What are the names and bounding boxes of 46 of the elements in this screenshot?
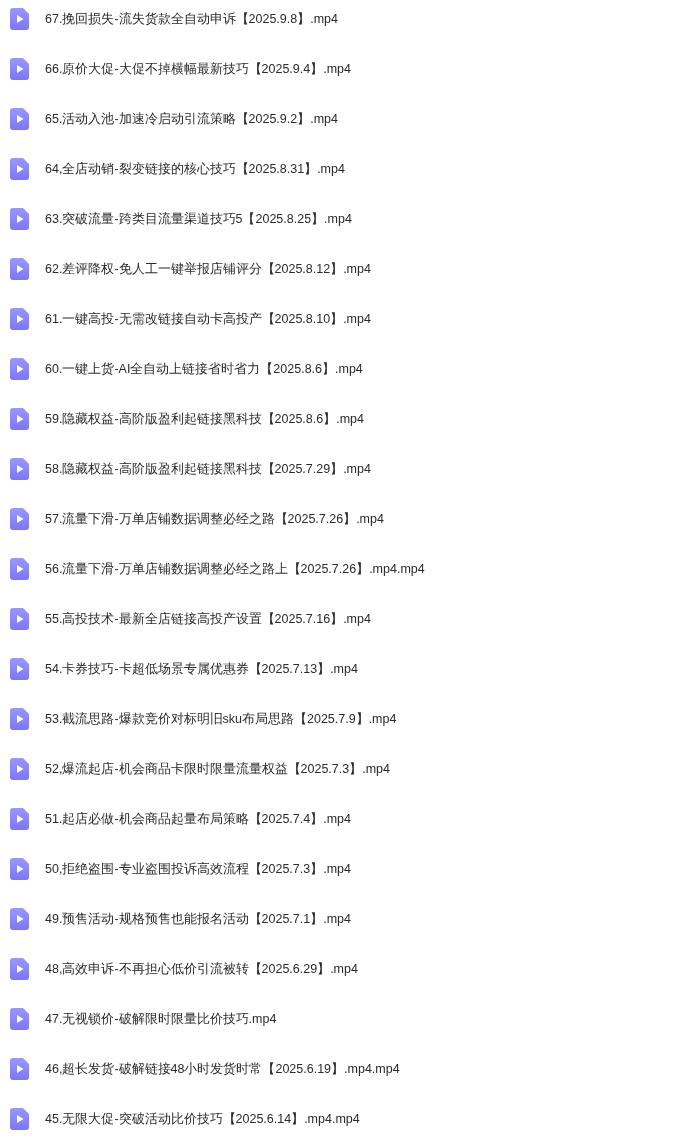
video-file-icon [10, 908, 29, 930]
file-name[interactable]: 61.一键高投-无需改链接自动卡高投产【2025.8.10】.mp4 [45, 309, 371, 329]
video-file-icon [10, 758, 29, 780]
file-name[interactable]: 67.挽回损失-流失货款全自动申诉【2025.9.8】.mp4 [45, 9, 338, 29]
video-file-icon [10, 108, 29, 130]
video-file-icon [10, 58, 29, 80]
video-file-icon [10, 708, 29, 730]
file-name[interactable]: 47.无视锁价-破解限时限量比价技巧.mp4 [45, 1009, 277, 1029]
file-name[interactable]: 53.截流思路-爆款竞价对标明旧sku布局思路【2025.7.9】.mp4 [45, 709, 397, 729]
file-name[interactable]: 62.差评降权-免人工一键举报店铺评分【2025.8.12】.mp4 [45, 259, 371, 279]
video-file-icon [10, 1108, 29, 1130]
file-name[interactable]: 55.高投技术-最新全店链接高投产设置【2025.7.16】.mp4 [45, 609, 371, 629]
file-name[interactable]: 58.隐藏权益-高阶版盈利起链接黑科技【2025.7.29】.mp4 [45, 459, 371, 479]
file-name[interactable]: 57.流量下滑-万单店铺数据调整必经之路【2025.7.26】.mp4 [45, 509, 384, 529]
video-file-icon [10, 1008, 29, 1030]
file-name[interactable]: 63.突破流量-跨类目流量渠道技巧5【2025.8.25】.mp4 [45, 209, 352, 229]
video-file-icon [10, 508, 29, 530]
file-name[interactable]: 52,爆流起店-机会商品卡限时限量流量权益【2025.7.3】.mp4 [45, 759, 390, 779]
file-name[interactable]: 59.隐藏权益-高阶版盈利起链接黑科技【2025.8.6】.mp4 [45, 409, 364, 429]
video-file-icon [10, 358, 29, 380]
video-file-icon [10, 308, 29, 330]
video-file-icon [10, 658, 29, 680]
video-file-icon [10, 958, 29, 980]
video-file-icon [10, 858, 29, 880]
file-name[interactable]: 60.一键上货-AI全自动上链接省时省力【2025.8.6】.mp4 [45, 359, 363, 379]
file-name[interactable]: 51.起店必做-机会商品起量布局策略【2025.7.4】.mp4 [45, 809, 351, 829]
file-name[interactable]: 50,拒绝盗围-专业盗围投诉高效流程【2025.7.3】.mp4 [45, 859, 351, 879]
video-file-icon [10, 808, 29, 830]
video-file-icon [10, 608, 29, 630]
video-file-icon [10, 458, 29, 480]
video-file-icon [10, 408, 29, 430]
video-file-icon [10, 258, 29, 280]
video-file-icon [10, 558, 29, 580]
file-name[interactable]: 48,高效申诉-不再担心低价引流被转【2025.6.29】.mp4 [45, 959, 358, 979]
file-name[interactable]: 56.流量下滑-万单店铺数据调整必经之路上【2025.7.26】.mp4.mp4 [45, 559, 425, 579]
file-name[interactable]: 45.无限大促-突破活动比价技巧【2025.6.14】.mp4.mp4 [45, 1109, 360, 1129]
file-name[interactable]: 49.预售活动-规格预售也能报名活动【2025.7.1】.mp4 [45, 909, 351, 929]
file-name[interactable]: 65.活动入池-加速冷启动引流策略【2025.9.2】.mp4 [45, 109, 338, 129]
file-name[interactable]: 66.原价大促-大促不掉横幅最新技巧【2025.9.4】.mp4 [45, 59, 351, 79]
video-file-icon [10, 208, 29, 230]
video-file-icon [10, 1058, 29, 1080]
file-name[interactable]: 64,全店动销-裂变链接的核心技巧【2025.8.31】.mp4 [45, 159, 345, 179]
video-file-icon [10, 8, 29, 30]
file-name[interactable]: 54.卡券技巧-卡超低场景专属优惠券【2025.7.13】.mp4 [45, 659, 358, 679]
file-name[interactable]: 46,超长发货-破解链接48小时发货时常【2025.6.19】.mp4.mp4 [45, 1059, 400, 1079]
video-file-icon [10, 158, 29, 180]
